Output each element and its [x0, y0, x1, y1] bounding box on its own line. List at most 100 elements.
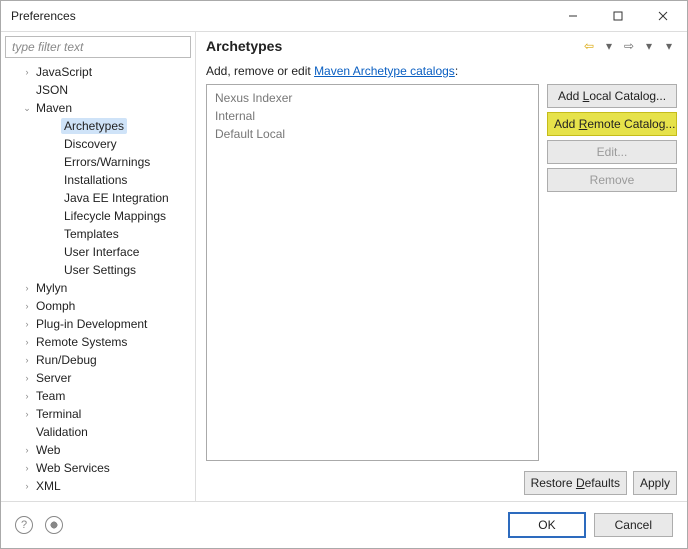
tree-node-label: Run/Debug	[33, 352, 100, 368]
chevron-right-icon: ›	[21, 373, 33, 383]
tree-node[interactable]: Archetypes	[1, 117, 195, 135]
view-menu-icon[interactable]: ▾	[661, 39, 677, 53]
tree-node-label: Web Services	[33, 460, 113, 476]
catalogs-link[interactable]: Maven Archetype catalogs	[314, 64, 455, 78]
back-icon[interactable]: ⇦	[581, 39, 597, 53]
instr-suffix: :	[455, 64, 458, 78]
preference-tree[interactable]: ›JavaScriptJSON⌄MavenArchetypesDiscovery…	[1, 60, 195, 501]
tree-node[interactable]: Discovery	[1, 135, 195, 153]
catalog-list[interactable]: Nexus IndexerInternalDefault Local	[206, 84, 539, 461]
tree-node-label: Errors/Warnings	[61, 154, 153, 170]
oomph-record-icon[interactable]	[45, 516, 63, 534]
footer-icons: ?	[15, 516, 63, 534]
chevron-right-icon: ›	[21, 445, 33, 455]
tree-node[interactable]: User Interface	[1, 243, 195, 261]
tree-node-label: Java EE Integration	[61, 190, 172, 206]
instr-prefix: Add, remove or edit	[206, 64, 314, 78]
tree-node-label: Archetypes	[61, 118, 127, 134]
tree-node[interactable]: User Settings	[1, 261, 195, 279]
preferences-window: Preferences type filter text ›JavaScript…	[0, 0, 688, 549]
cancel-button[interactable]: Cancel	[594, 513, 673, 537]
tree-node-label: Maven	[33, 100, 75, 116]
back-menu-icon[interactable]: ▾	[601, 39, 617, 53]
help-icon[interactable]: ?	[15, 516, 33, 534]
list-item[interactable]: Nexus Indexer	[215, 89, 530, 107]
tree-node[interactable]: ›Team	[1, 387, 195, 405]
list-item[interactable]: Default Local	[215, 125, 530, 143]
left-panel: type filter text ›JavaScriptJSON⌄MavenAr…	[1, 32, 196, 501]
tree-node-label: Discovery	[61, 136, 120, 152]
tree-node[interactable]: ›Web	[1, 441, 195, 459]
heading-row: Archetypes ⇦ ▾ ⇨ ▾ ▾	[206, 38, 677, 54]
tree-node-label: Server	[33, 370, 74, 386]
tree-node[interactable]: ⌄Maven	[1, 99, 195, 117]
tree-node[interactable]: ›JavaScript	[1, 63, 195, 81]
chevron-right-icon: ›	[21, 283, 33, 293]
titlebar: Preferences	[1, 1, 687, 31]
tree-node-label: JavaScript	[33, 64, 95, 80]
tree-node-label: Lifecycle Mappings	[61, 208, 169, 224]
chevron-down-icon: ⌄	[21, 103, 33, 114]
list-item[interactable]: Internal	[215, 107, 530, 125]
apply-button[interactable]: Apply	[633, 471, 677, 495]
chevron-right-icon: ›	[21, 481, 33, 491]
right-panel: Archetypes ⇦ ▾ ⇨ ▾ ▾ Add, remove or edit…	[196, 32, 687, 501]
tree-node[interactable]: ›Server	[1, 369, 195, 387]
add-local-catalog-button[interactable]: Add Local Catalog...	[547, 84, 677, 108]
restore-defaults-button[interactable]: Restore Defaults	[524, 471, 627, 495]
chevron-right-icon: ›	[21, 355, 33, 365]
content-row: Nexus IndexerInternalDefault Local Add L…	[206, 84, 677, 461]
chevron-right-icon: ›	[21, 319, 33, 329]
minimize-button[interactable]	[550, 2, 595, 30]
remove-button[interactable]: Remove	[547, 168, 677, 192]
chevron-right-icon: ›	[21, 463, 33, 473]
tree-node[interactable]: Validation	[1, 423, 195, 441]
tree-node[interactable]: Lifecycle Mappings	[1, 207, 195, 225]
page-title: Archetypes	[206, 38, 577, 54]
tree-node-label: Templates	[61, 226, 122, 242]
chevron-right-icon: ›	[21, 391, 33, 401]
maximize-button[interactable]	[595, 2, 640, 30]
tree-node[interactable]: ›Plug-in Development	[1, 315, 195, 333]
tree-node-label: Oomph	[33, 298, 78, 314]
tree-node[interactable]: Templates	[1, 225, 195, 243]
forward-menu-icon[interactable]: ▾	[641, 39, 657, 53]
chevron-right-icon: ›	[21, 337, 33, 347]
forward-icon[interactable]: ⇨	[621, 39, 637, 53]
tree-node[interactable]: ›Oomph	[1, 297, 195, 315]
chevron-right-icon: ›	[21, 409, 33, 419]
ok-button[interactable]: OK	[508, 512, 585, 538]
tree-node[interactable]: Errors/Warnings	[1, 153, 195, 171]
tree-node-label: Installations	[61, 172, 130, 188]
tree-node-label: User Interface	[61, 244, 142, 260]
tree-node[interactable]: JSON	[1, 81, 195, 99]
tree-node-label: User Settings	[61, 262, 139, 278]
tree-node-label: Team	[33, 388, 68, 404]
tree-node-label: Remote Systems	[33, 334, 130, 350]
tree-node[interactable]: Installations	[1, 171, 195, 189]
tree-node-label: Mylyn	[33, 280, 70, 296]
tree-node-label: Terminal	[33, 406, 84, 422]
chevron-right-icon: ›	[21, 301, 33, 311]
tree-node[interactable]: Java EE Integration	[1, 189, 195, 207]
add-remote-catalog-button[interactable]: Add Remote Catalog...	[547, 112, 677, 136]
footer: ? OK Cancel	[1, 502, 687, 548]
edit-button[interactable]: Edit...	[547, 140, 677, 164]
filter-input[interactable]: type filter text	[5, 36, 191, 58]
inner-button-row: Restore Defaults Apply	[206, 471, 677, 495]
tree-node-label: Web	[33, 442, 63, 458]
tree-node[interactable]: ›Remote Systems	[1, 333, 195, 351]
tree-node[interactable]: ›Web Services	[1, 459, 195, 477]
tree-node[interactable]: ›Mylyn	[1, 279, 195, 297]
instruction-text: Add, remove or edit Maven Archetype cata…	[206, 64, 677, 78]
close-button[interactable]	[640, 2, 685, 30]
window-title: Preferences	[11, 9, 76, 23]
tree-node[interactable]: ›Terminal	[1, 405, 195, 423]
side-buttons: Add Local Catalog... Add Remote Catalog.…	[547, 84, 677, 461]
tree-node-label: XML	[33, 478, 64, 494]
main-area: type filter text ›JavaScriptJSON⌄MavenAr…	[1, 31, 687, 502]
tree-node[interactable]: ›XML	[1, 477, 195, 495]
tree-node-label: Validation	[33, 424, 91, 440]
tree-node-label: JSON	[33, 82, 71, 98]
tree-node[interactable]: ›Run/Debug	[1, 351, 195, 369]
